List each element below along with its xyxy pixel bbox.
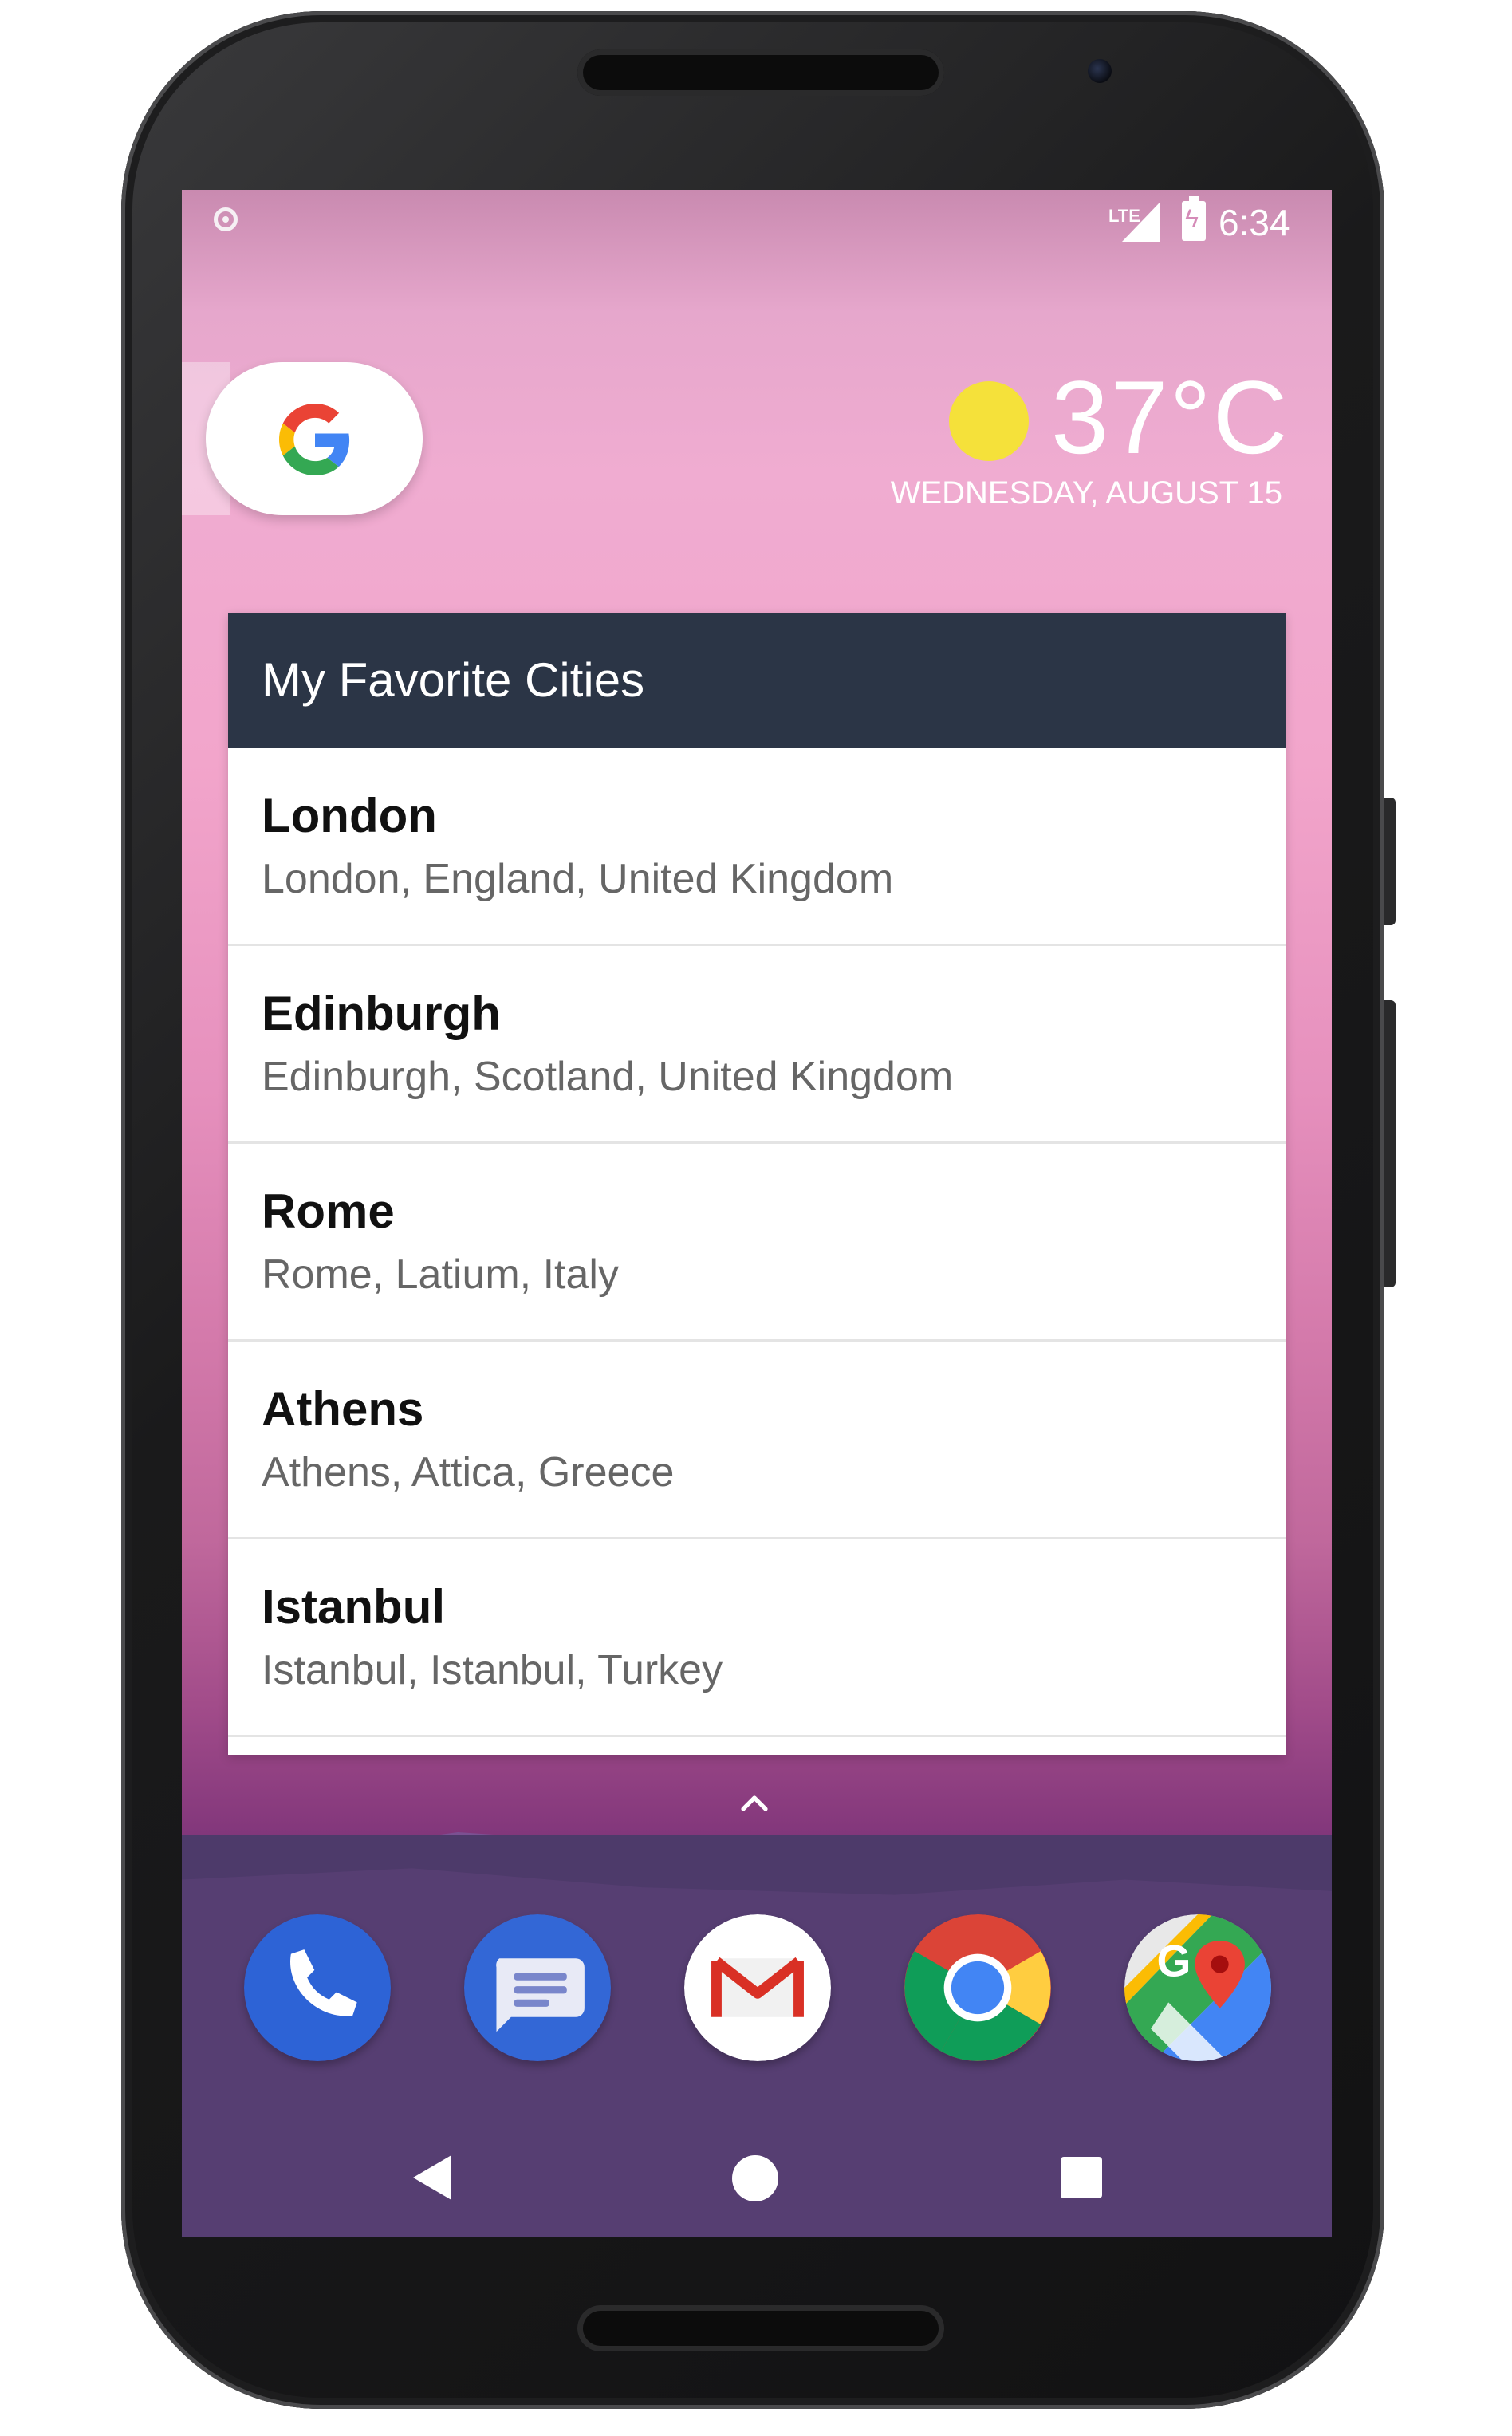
- gmail-icon[interactable]: [684, 1914, 831, 2061]
- sun-icon: [949, 381, 1029, 461]
- battery-icon: ϟ: [1182, 196, 1206, 241]
- city-row[interactable]: Istanbul Istanbul, Istanbul, Turkey: [228, 1539, 1286, 1737]
- widget-header: My Favorite Cities: [228, 613, 1286, 748]
- navigation-bar: [182, 2120, 1332, 2237]
- messages-icon[interactable]: [464, 1914, 611, 2061]
- recents-icon[interactable]: [1061, 2157, 1102, 2198]
- signal-icon: [1121, 203, 1160, 242]
- volume-button[interactable]: [1384, 1000, 1396, 1287]
- favorite-cities-widget: My Favorite Cities London London, Englan…: [228, 613, 1286, 1755]
- front-camera: [1088, 59, 1112, 83]
- bottom-speaker: [577, 2305, 944, 2351]
- google-search-button[interactable]: [206, 362, 423, 515]
- city-detail: Edinburgh, Scotland, United Kingdom: [262, 1054, 954, 1100]
- weather-temperature[interactable]: 37°C: [1051, 357, 1289, 477]
- city-name: Istanbul: [262, 1580, 446, 1634]
- widget-title: My Favorite Cities: [262, 653, 645, 707]
- status-bar: LTE ϟ 6:34: [182, 190, 1332, 262]
- city-row[interactable]: Edinburgh Edinburgh, Scotland, United Ki…: [228, 946, 1286, 1144]
- maps-icon[interactable]: G: [1124, 1914, 1271, 2061]
- google-g-icon: [279, 404, 350, 475]
- city-detail: Rome, Latium, Italy: [262, 1252, 619, 1298]
- notification-dot-icon: [214, 207, 238, 231]
- app-drawer-chevron-up-icon[interactable]: [735, 1785, 774, 1823]
- city-row[interactable]: Athens Athens, Attica, Greece: [228, 1342, 1286, 1539]
- back-icon[interactable]: [413, 2155, 451, 2200]
- city-detail: Athens, Attica, Greece: [262, 1449, 675, 1496]
- weather-date[interactable]: WEDNESDAY, AUGUST 15: [891, 475, 1282, 511]
- city-name: Athens: [262, 1382, 424, 1436]
- city-detail: London, England, United Kingdom: [262, 856, 894, 902]
- phone-icon[interactable]: [244, 1914, 391, 2061]
- svg-text:G: G: [1156, 1936, 1191, 1985]
- city-row[interactable]: Rome Rome, Latium, Italy: [228, 1144, 1286, 1342]
- home-screen: LTE ϟ 6:34 37°C WEDNESDAY, AUGUST 15 My …: [182, 190, 1332, 2237]
- city-name: London: [262, 789, 437, 842]
- city-name: Rome: [262, 1184, 395, 1238]
- power-button[interactable]: [1384, 798, 1396, 925]
- city-row[interactable]: London London, England, United Kingdom: [228, 748, 1286, 946]
- top-speaker: [577, 49, 944, 96]
- city-name: Edinburgh: [262, 987, 501, 1040]
- chrome-icon[interactable]: [904, 1914, 1051, 2061]
- charging-bolt-icon: ϟ: [1185, 204, 1199, 233]
- status-clock: 6:34: [1219, 202, 1290, 243]
- city-detail: Istanbul, Istanbul, Turkey: [262, 1647, 723, 1693]
- home-icon[interactable]: [732, 2155, 778, 2201]
